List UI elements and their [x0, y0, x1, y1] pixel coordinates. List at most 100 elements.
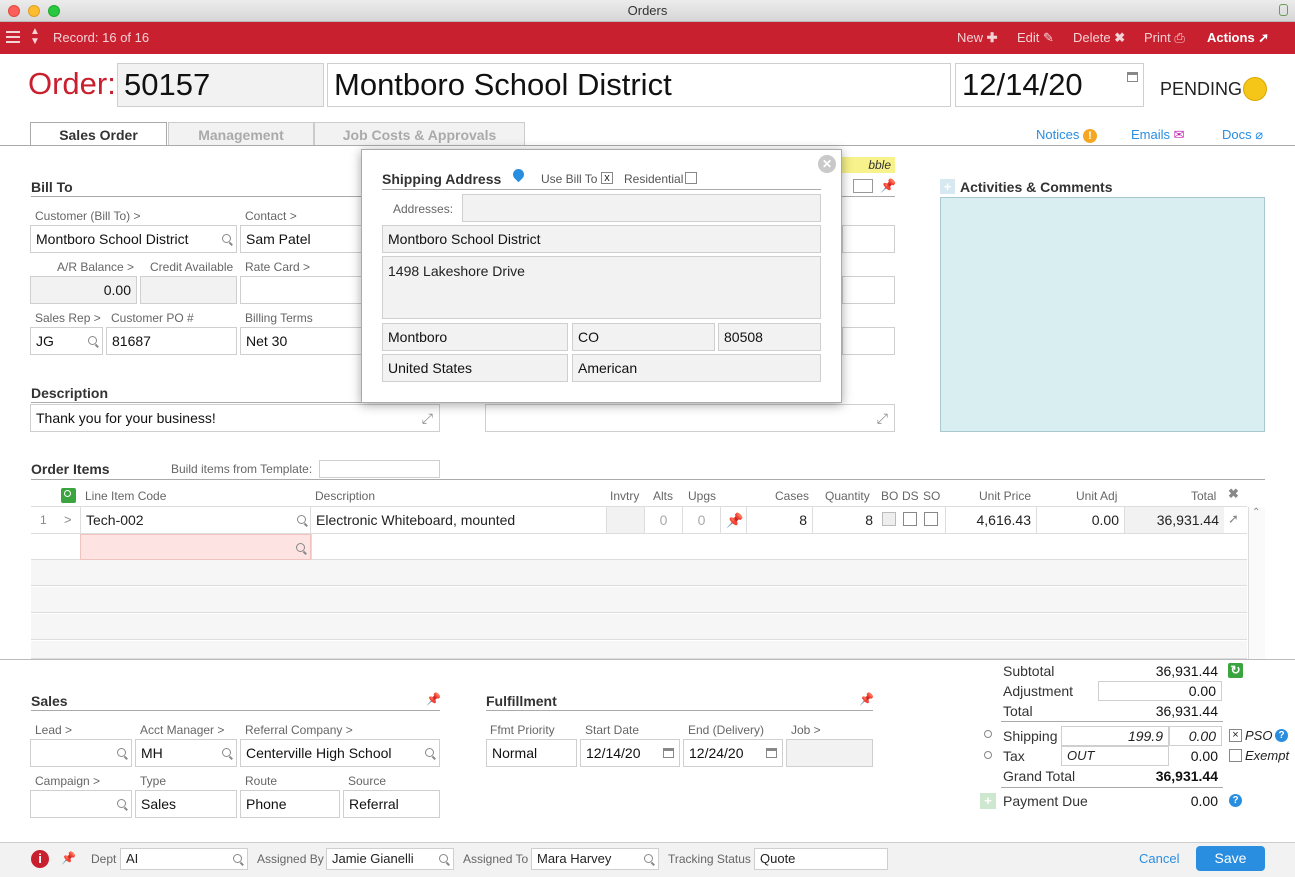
search-icon[interactable] [222, 234, 231, 243]
table-row[interactable] [31, 641, 1247, 659]
template-field[interactable] [319, 460, 440, 478]
expand-icon[interactable]: ⤢ [877, 405, 888, 431]
items-scrollbar[interactable]: ⌃ [1248, 507, 1265, 659]
table-row[interactable] [31, 614, 1247, 640]
row-pin-icon[interactable]: 📌 [720, 507, 746, 533]
customer-field[interactable]: Montboro School District [30, 225, 237, 253]
row-open-icon[interactable]: ➚ [1228, 511, 1239, 527]
ship-name-field[interactable]: Montboro School District [382, 225, 821, 253]
minimize-window-button[interactable] [28, 5, 40, 17]
search-icon[interactable] [439, 854, 448, 863]
shipping-estimate-field[interactable]: 199.9 [1061, 726, 1169, 746]
expand-icon[interactable]: ⤢ [422, 405, 433, 431]
row-unit-adj[interactable]: 0.00 [1036, 507, 1124, 533]
campaign-label[interactable]: Campaign > [35, 774, 100, 788]
save-button[interactable]: Save [1196, 846, 1265, 871]
add-payment-icon[interactable]: + [980, 793, 996, 809]
notices-link[interactable]: Notices ! [1036, 127, 1097, 143]
info-icon[interactable]: i [31, 850, 49, 868]
contact-label[interactable]: Contact > [245, 209, 297, 223]
row-so-checkbox[interactable] [924, 512, 938, 526]
emails-link[interactable]: Emails ✉ [1131, 127, 1185, 143]
clear-items-icon[interactable]: ✖ [1228, 486, 1239, 502]
actions-button[interactable]: Actions ➚ [1207, 22, 1269, 54]
close-window-button[interactable] [8, 5, 20, 17]
help-icon[interactable]: ? [1275, 729, 1288, 742]
pin-icon[interactable]: 📌 [61, 851, 76, 865]
pso-checkbox[interactable]: × [1229, 729, 1242, 742]
shipping-search-icon[interactable] [984, 730, 992, 738]
ship-field-2[interactable] [842, 276, 895, 304]
tab-management[interactable]: Management [168, 122, 314, 146]
add-activity-icon[interactable]: + [940, 179, 955, 194]
priority-field[interactable]: Normal [486, 739, 577, 767]
help-icon[interactable]: ? [1229, 794, 1242, 807]
search-icon[interactable] [425, 748, 434, 757]
search-icon[interactable] [117, 748, 126, 757]
cancel-button[interactable]: Cancel [1139, 851, 1179, 866]
acct-manager-field[interactable]: MH [135, 739, 237, 767]
exempt-checkbox[interactable] [1229, 749, 1242, 762]
customer-label[interactable]: Customer (Bill To) > [35, 209, 140, 223]
search-icon[interactable] [296, 543, 305, 552]
new-button[interactable]: New ✚ [957, 22, 998, 54]
calendar-icon[interactable] [663, 748, 674, 758]
row-bo-checkbox[interactable] [882, 512, 896, 526]
addresses-select[interactable] [462, 194, 821, 222]
hamburger-menu-icon[interactable] [6, 31, 20, 33]
calendar-icon[interactable] [766, 748, 777, 758]
order-number-field[interactable]: 50157 [117, 63, 324, 107]
search-icon[interactable] [644, 854, 653, 863]
lead-field[interactable] [30, 739, 132, 767]
residential-checkbox[interactable] [685, 172, 697, 184]
new-item-code-field[interactable] [80, 534, 311, 560]
zoom-window-button[interactable] [48, 5, 60, 17]
edit-button[interactable]: Edit ✎ [1017, 22, 1054, 54]
tab-sales-order[interactable]: Sales Order [30, 122, 167, 146]
assigned-by-field[interactable]: Jamie Gianelli [326, 848, 454, 870]
acct-manager-label[interactable]: Acct Manager > [140, 723, 224, 737]
campaign-field[interactable] [30, 790, 132, 818]
order-date-field[interactable]: 12/14/20 [955, 63, 1144, 107]
rate-card-label[interactable]: Rate Card > [245, 260, 310, 274]
shipping-address-popup[interactable]: ✕ Shipping Address Use Bill To x Residen… [361, 149, 842, 403]
rate-card-field[interactable] [240, 276, 370, 304]
search-icon[interactable] [297, 515, 306, 524]
record-nav-icon[interactable]: ▲ ▼ [30, 27, 40, 47]
contact-field[interactable]: Sam Patel [240, 225, 370, 253]
table-row[interactable] [31, 587, 1247, 613]
search-icon[interactable] [222, 748, 231, 757]
row-description[interactable]: Electronic Whiteboard, mounted [310, 507, 606, 533]
table-row[interactable] [31, 560, 1247, 586]
billing-terms-field[interactable]: Net 30 [240, 327, 370, 355]
ship-city-field[interactable]: Montboro [382, 323, 568, 351]
tax-search-icon[interactable] [984, 751, 992, 759]
sales-rep-field[interactable]: JG [30, 327, 103, 355]
ship-carrier-field[interactable]: American [572, 354, 821, 382]
notes-icon[interactable] [853, 179, 873, 193]
map-pin-icon[interactable] [510, 166, 527, 183]
ship-field-3[interactable] [842, 327, 895, 355]
delete-button[interactable]: Delete ✖ [1073, 22, 1125, 54]
referral-label[interactable]: Referral Company > [245, 723, 353, 737]
sales-rep-label[interactable]: Sales Rep > [35, 311, 101, 325]
search-icon[interactable] [88, 336, 97, 345]
assigned-to-field[interactable]: Mara Harvey [531, 848, 659, 870]
activities-panel[interactable] [940, 197, 1265, 432]
ar-balance-label[interactable]: A/R Balance > [57, 260, 134, 274]
row-expand-icon[interactable]: > [64, 507, 72, 533]
dept-field[interactable]: AI [120, 848, 248, 870]
row-quantity[interactable]: 8 [812, 507, 878, 533]
ship-zip-field[interactable]: 80508 [718, 323, 821, 351]
refresh-icon[interactable]: ↻ [1228, 663, 1243, 678]
lead-label[interactable]: Lead > [35, 723, 72, 737]
route-field[interactable]: Phone [240, 790, 340, 818]
row-ds-checkbox[interactable] [903, 512, 917, 526]
tab-job-costs[interactable]: Job Costs & Approvals [314, 122, 525, 146]
row-code[interactable]: Tech-002 [80, 507, 311, 533]
tax-code-field[interactable]: OUT [1061, 746, 1169, 766]
row-unit-price[interactable]: 4,616.43 [945, 507, 1036, 533]
source-field[interactable]: Referral [343, 790, 440, 818]
docs-link[interactable]: Docs ⌀ [1222, 127, 1263, 143]
tracking-status-field[interactable]: Quote [754, 848, 888, 870]
